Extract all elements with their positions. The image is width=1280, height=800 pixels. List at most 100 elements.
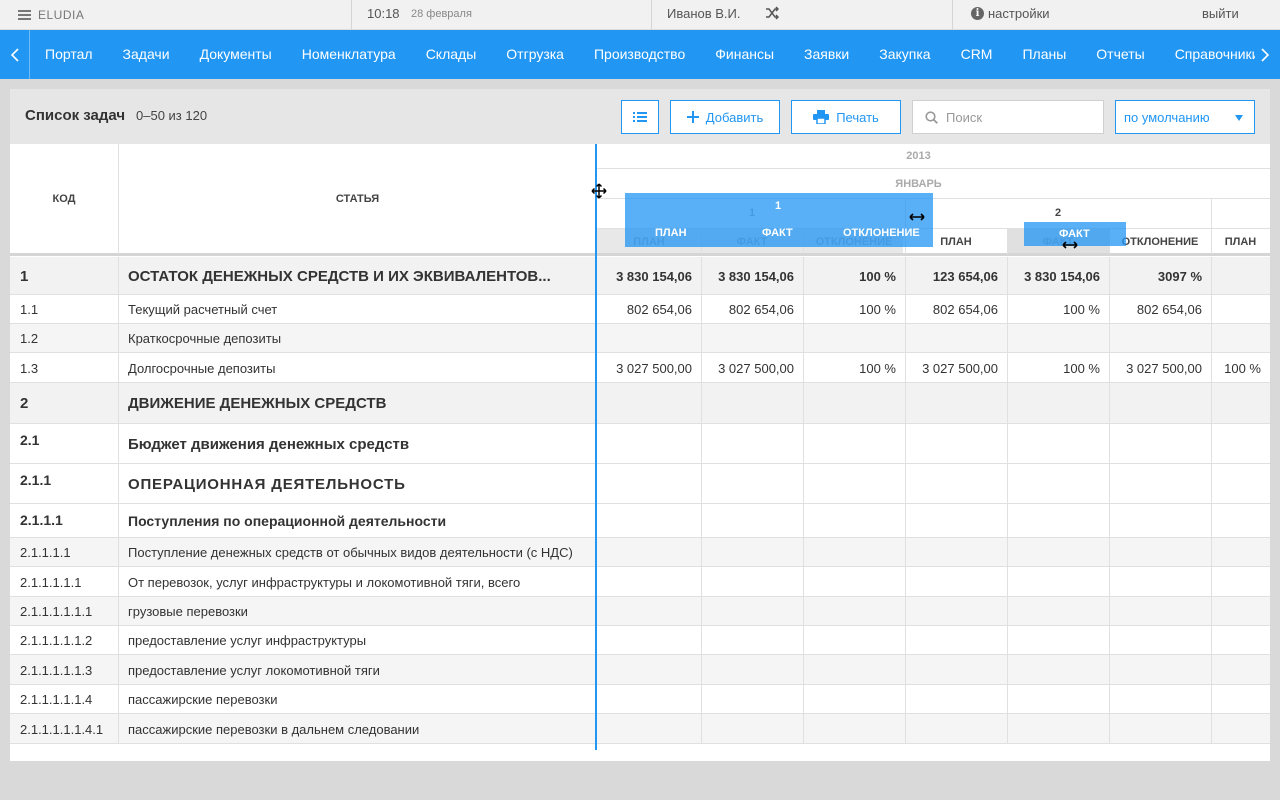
row-value[interactable] [905,655,998,685]
row-value[interactable] [597,567,692,597]
row-value[interactable] [1109,324,1202,353]
row-value[interactable]: 100 % [1007,353,1100,383]
row-value[interactable] [803,626,896,655]
row-value[interactable] [701,685,794,714]
row-value[interactable] [701,324,794,353]
row-value[interactable] [905,504,998,538]
search-input[interactable]: Поиск [912,100,1104,134]
nav-item-nomenclature[interactable]: Номенклатура [287,30,411,79]
row-value[interactable] [905,424,998,464]
row-value[interactable] [905,383,998,424]
shuffle-icon[interactable] [765,6,779,20]
row-value[interactable] [1007,538,1100,567]
row-value[interactable] [1007,626,1100,655]
row-value[interactable] [597,424,692,464]
row-value[interactable] [701,424,794,464]
nav-item-production[interactable]: Производство [579,30,700,79]
settings-link[interactable]: i настройки [971,6,1050,21]
row-value[interactable]: 3 830 154,06 [701,257,794,295]
row-value[interactable] [1211,295,1261,324]
row-value[interactable] [803,324,896,353]
row-value[interactable] [1211,538,1261,567]
row-value[interactable] [1211,626,1261,655]
row-value[interactable] [701,567,794,597]
row-value[interactable] [803,597,896,626]
row-value[interactable] [597,685,692,714]
nav-item-warehouses[interactable]: Склады [411,30,492,79]
row-value[interactable] [803,655,896,685]
row-value[interactable] [803,504,896,538]
row-value[interactable] [1109,597,1202,626]
row-value[interactable]: 100 % [1007,295,1100,324]
row-value[interactable] [803,567,896,597]
row-value[interactable] [803,464,896,504]
nav-scroll-left[interactable] [0,30,30,79]
row-value[interactable] [701,626,794,655]
row-value[interactable] [1007,685,1100,714]
list-view-button[interactable] [621,100,659,134]
row-value[interactable] [701,597,794,626]
row-value[interactable] [597,597,692,626]
print-button[interactable]: Печать [791,100,901,134]
row-value[interactable] [597,383,692,424]
row-value[interactable] [1211,257,1261,295]
nav-item-portal[interactable]: Портал [30,30,108,79]
row-value[interactable] [1211,424,1261,464]
row-value[interactable] [1211,383,1261,424]
row-value[interactable] [905,597,998,626]
row-value[interactable]: 123 654,06 [905,257,998,295]
row-value[interactable] [597,626,692,655]
row-value[interactable] [1007,383,1100,424]
row-value[interactable] [1109,464,1202,504]
row-value[interactable] [803,685,896,714]
row-value[interactable] [1007,504,1100,538]
brand[interactable]: ELUDIA [18,8,84,22]
nav-scroll-right[interactable] [1250,30,1280,79]
logout-link[interactable]: выйти [1202,6,1239,21]
nav-item-shipment[interactable]: Отгрузка [491,30,579,79]
row-value[interactable] [905,324,998,353]
row-value[interactable] [1109,567,1202,597]
row-value[interactable] [597,714,692,744]
row-value[interactable] [1007,324,1100,353]
column-splitter[interactable] [595,144,597,750]
row-value[interactable] [701,714,794,744]
row-value[interactable] [803,383,896,424]
row-value[interactable] [1211,655,1261,685]
row-value[interactable] [803,424,896,464]
row-value[interactable] [1109,538,1202,567]
row-value[interactable] [1211,504,1261,538]
row-value[interactable] [701,504,794,538]
row-value[interactable]: 802 654,06 [597,295,692,324]
nav-item-documents[interactable]: Документы [185,30,287,79]
add-button[interactable]: Добавить [670,100,780,134]
row-value[interactable] [1109,714,1202,744]
row-value[interactable] [1007,567,1100,597]
row-value[interactable]: 3097 % [1109,257,1202,295]
row-value[interactable] [905,464,998,504]
nav-item-finance[interactable]: Финансы [700,30,789,79]
row-value[interactable] [701,538,794,567]
row-value[interactable] [905,567,998,597]
row-value[interactable] [905,626,998,655]
row-value[interactable]: 100 % [803,295,896,324]
nav-item-purchase[interactable]: Закупка [864,30,945,79]
row-value[interactable] [1109,424,1202,464]
row-value[interactable] [1109,626,1202,655]
nav-item-reports[interactable]: Отчеты [1081,30,1159,79]
row-value[interactable]: 3 830 154,06 [1007,257,1100,295]
row-value[interactable] [1109,383,1202,424]
row-value[interactable] [1007,714,1100,744]
row-value[interactable] [803,714,896,744]
row-value[interactable] [597,538,692,567]
nav-item-references[interactable]: Справочники [1160,30,1255,79]
row-value[interactable] [1211,464,1261,504]
row-value[interactable] [905,538,998,567]
row-value[interactable]: 802 654,06 [1109,295,1202,324]
row-value[interactable] [597,504,692,538]
row-value[interactable] [701,655,794,685]
row-value[interactable] [1007,597,1100,626]
row-value[interactable] [1007,464,1100,504]
row-value[interactable]: 100 % [803,257,896,295]
row-value[interactable] [1211,685,1261,714]
